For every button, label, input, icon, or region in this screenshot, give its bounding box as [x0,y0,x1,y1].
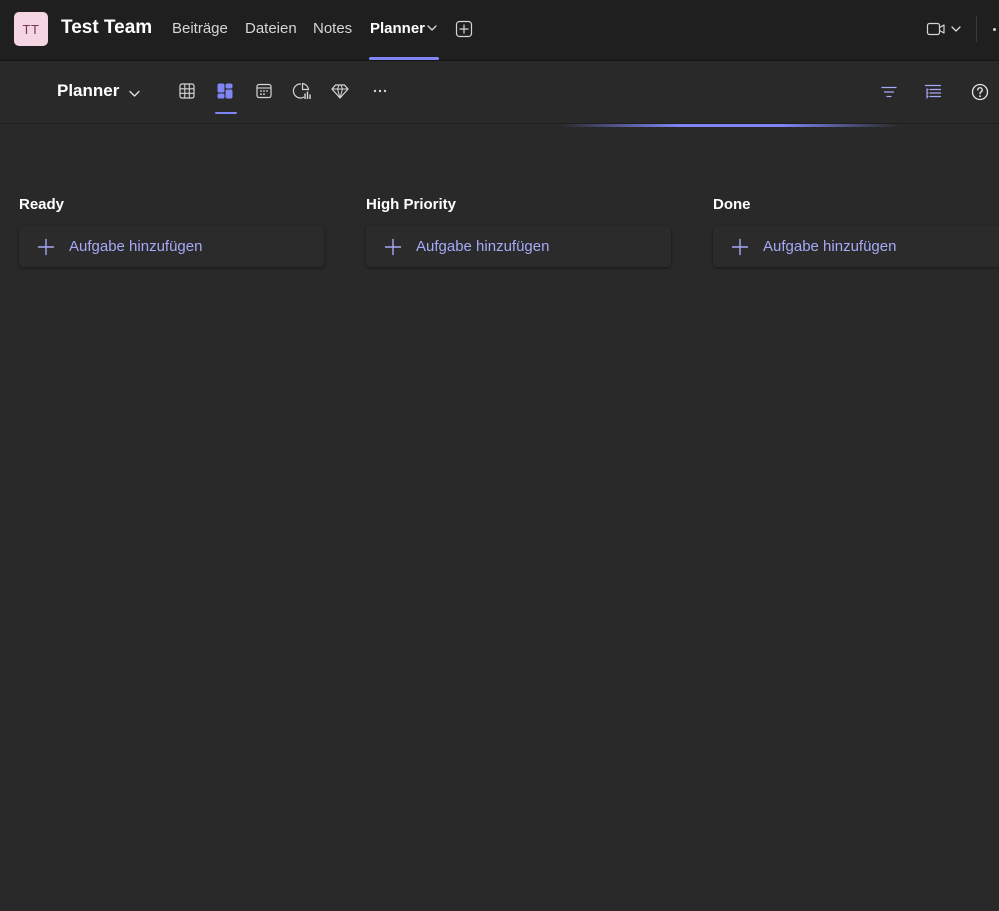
add-task-label: Aufgabe hinzufügen [763,238,897,255]
more-icon[interactable] [993,28,996,31]
premium-diamond-icon[interactable] [330,81,350,101]
plan-name[interactable]: Planner [57,81,119,101]
bucket-title[interactable]: Ready [19,195,324,215]
tab-planner[interactable]: Planner [370,20,425,37]
schedule-view-icon[interactable] [254,81,274,101]
add-task-label: Aufgabe hinzufügen [69,238,203,255]
bucket-title[interactable]: High Priority [366,195,671,215]
add-task-button[interactable]: Aufgabe hinzufügen [366,226,671,267]
plus-icon [384,238,402,255]
planner-toolbar: Planner [0,62,999,124]
selected-view-indicator [215,112,237,114]
group-by-icon[interactable] [923,82,943,102]
plus-icon [731,238,749,255]
board-view-icon[interactable] [215,81,235,101]
plus-icon [37,238,55,255]
grid-view-icon[interactable] [177,81,197,101]
team-header-bar: TT Test Team Beiträge Dateien Notes Plan… [0,0,999,61]
more-views-icon[interactable] [370,81,390,101]
charts-view-icon[interactable] [292,81,312,101]
bucket-high-priority: High Priority Aufgabe hinzufügen [366,195,671,267]
video-camera-icon[interactable] [926,20,966,38]
add-task-button[interactable]: Aufgabe hinzufügen [713,226,999,267]
team-avatar[interactable]: TT [14,12,48,46]
tab-beitraege[interactable]: Beiträge [172,20,228,37]
tab-dateien[interactable]: Dateien [245,20,297,37]
teambar-divider [976,16,977,42]
help-icon[interactable] [970,82,990,102]
chevron-down-icon[interactable] [128,87,141,100]
add-tab-icon[interactable] [455,20,473,38]
active-tab-indicator [369,57,439,60]
bucket-ready: Ready Aufgabe hinzufügen [19,195,324,267]
team-name[interactable]: Test Team [61,17,152,39]
chevron-down-icon[interactable] [426,22,438,34]
add-task-label: Aufgabe hinzufügen [416,238,550,255]
loading-progress-bar [560,124,900,127]
add-task-button[interactable]: Aufgabe hinzufügen [19,226,324,267]
bucket-done: Done Aufgabe hinzufügen [713,195,999,267]
filter-icon[interactable] [879,82,899,102]
bucket-title[interactable]: Done [713,195,999,215]
tab-notes[interactable]: Notes [313,20,352,37]
